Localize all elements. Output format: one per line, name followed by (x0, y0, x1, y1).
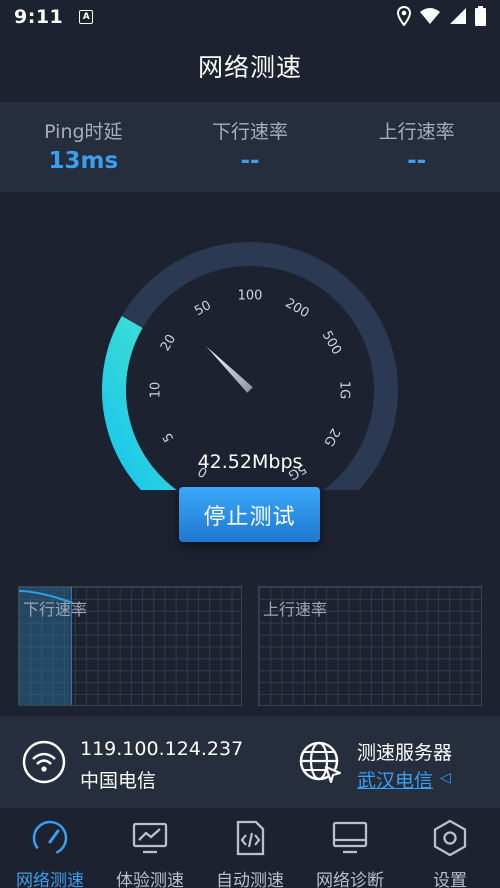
metric-download: 下行速率 -- (167, 102, 334, 192)
triangle-left-icon[interactable]: ◁ (440, 770, 451, 786)
upload-graph-label: 上行速率 (263, 600, 328, 619)
metrics-bar: Ping时延 13ms 下行速率 -- 上行速率 -- (0, 102, 500, 192)
gauge-tick-label: 100 (238, 289, 263, 304)
server-label: 测速服务器 (357, 742, 453, 764)
download-graph: 下行速率 (18, 586, 242, 706)
nav-label: 自动测速 (216, 871, 284, 888)
gauge-tick-label: 20 (158, 332, 179, 354)
nav-item-diagnosis[interactable]: 网络诊断 (300, 808, 400, 888)
bottom-nav: 网络测速 体验测速 自动测速 网络诊断 设置 (0, 808, 500, 888)
nav-item-auto-test[interactable]: 自动测速 (200, 808, 300, 888)
gauge-tick-label: 1G (337, 381, 352, 399)
gauge-tick-label: 50 (192, 298, 214, 319)
nav-label: 体验测速 (116, 871, 184, 888)
wifi-icon (22, 740, 66, 784)
desktop-icon (332, 821, 368, 854)
metric-label: 下行速率 (212, 121, 289, 143)
nav-label: 网络测速 (16, 871, 84, 888)
code-file-icon (236, 820, 265, 856)
metric-ping: Ping时延 13ms (0, 102, 167, 192)
monitor-chart-icon (132, 822, 168, 854)
speedometer-icon (32, 820, 68, 856)
page-title: 网络测速 (197, 53, 302, 82)
metric-value: 13ms (48, 148, 119, 174)
wifi-signal-icon (420, 8, 440, 24)
isp-name: 中国电信 (80, 770, 157, 792)
download-graph-label: 下行速率 (23, 600, 88, 619)
battery-icon (475, 6, 486, 26)
nav-label: 网络诊断 (316, 871, 384, 888)
server-select-link[interactable]: 武汉电信 (357, 766, 433, 793)
gauge-tick-label: 500 (319, 328, 344, 357)
status-icons (397, 6, 486, 26)
gauge-tick-label: 10 (149, 382, 164, 399)
ip-address: 119.100.124.237 (80, 738, 244, 760)
upload-graph: 上行速率 (258, 586, 482, 706)
metric-value: -- (240, 148, 260, 174)
gauge-needle (206, 346, 253, 393)
hexagon-settings-icon (433, 819, 467, 857)
stop-test-button[interactable]: 停止测试 (179, 487, 320, 542)
nav-item-speed-test[interactable]: 网络测速 (0, 808, 100, 888)
status-time: 9:11 (14, 6, 64, 28)
metric-value: -- (407, 148, 427, 174)
accessibility-icon: A (79, 10, 94, 24)
gauge-tick-label: 2G (320, 425, 342, 448)
nav-item-experience-test[interactable]: 体验测速 (100, 808, 200, 888)
current-speed: 42.52Mbps (197, 451, 303, 473)
metric-label: 上行速率 (378, 121, 455, 143)
cell-signal-icon (450, 8, 466, 24)
gauge-tick-label: 200 (282, 296, 311, 321)
status-bar: 9:11 A (0, 0, 500, 34)
metric-label: Ping时延 (44, 121, 123, 143)
location-icon (397, 6, 411, 26)
globe-cursor-icon (299, 741, 342, 784)
nav-item-settings[interactable]: 设置 (400, 808, 500, 888)
metric-upload: 上行速率 -- (333, 102, 500, 192)
gauge-tick-label: 5 (160, 430, 177, 445)
nav-label: 设置 (433, 871, 467, 888)
network-info-panel: 119.100.124.237 中国电信 测速服务器 武汉电信 ◁ (0, 716, 500, 808)
